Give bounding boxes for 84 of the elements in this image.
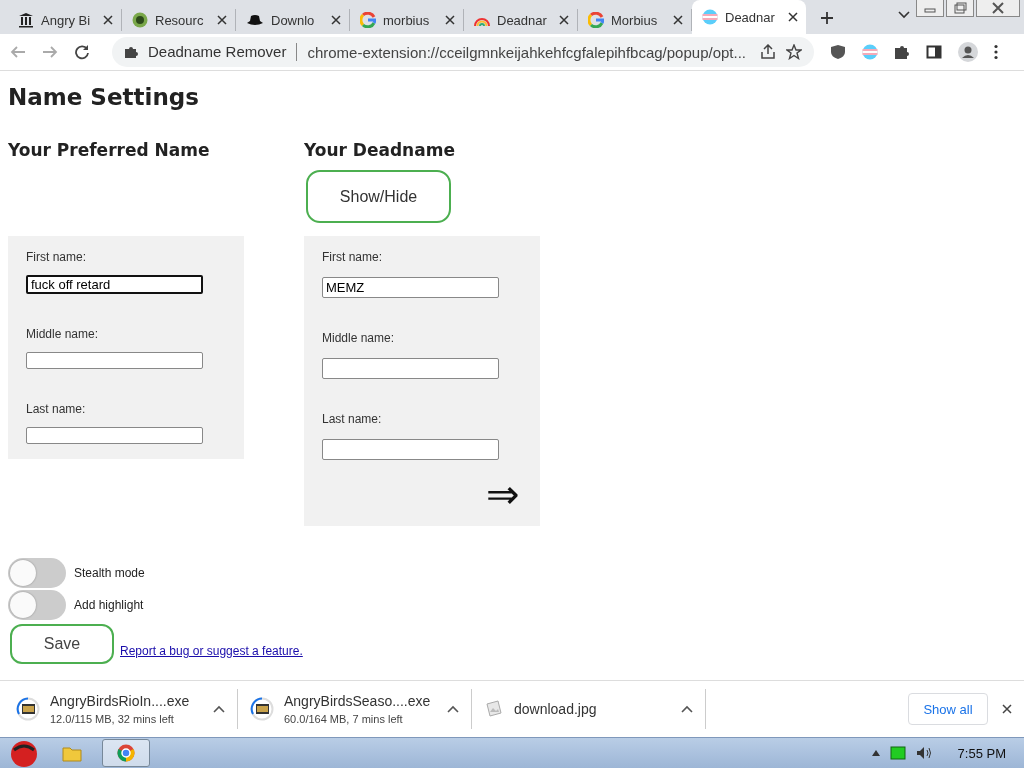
page-title: Name Settings — [8, 84, 200, 112]
chevron-down-icon — [898, 11, 910, 19]
input-field[interactable] — [322, 439, 499, 460]
download-item[interactable]: AngryBirdsSeaso....exe 60.0/164 MB, 7 mins left — [240, 689, 472, 729]
restore-icon — [946, 0, 974, 17]
minimize-icon — [916, 0, 944, 17]
close-icon — [788, 12, 798, 22]
chevron-up-icon — [871, 750, 880, 756]
download-status: 12.0/115 MB, 32 mins left — [50, 713, 175, 725]
input-field[interactable]: fuck off retard — [26, 275, 203, 294]
field-label: Last name: — [26, 402, 86, 416]
back-arrow-icon — [10, 44, 26, 60]
puzzle-icon — [124, 45, 138, 59]
toggle-switch[interactable] — [8, 590, 66, 620]
show-all-button[interactable]: Show all — [908, 693, 988, 725]
clock: 7:55 PM — [957, 745, 1006, 761]
folder-icon — [62, 744, 82, 762]
field-label: Middle name: — [322, 331, 395, 347]
report-link[interactable]: Report a bug or suggest a feature. — [120, 644, 303, 658]
browser-tab[interactable]: Downlo — [236, 9, 350, 31]
avatar-icon — [958, 42, 978, 62]
field-label: First name: — [322, 250, 382, 266]
download-item[interactable]: download.jpg — [474, 689, 706, 729]
striped-flag-icon — [702, 9, 718, 25]
file-name: AngryBirdsSeaso....exe — [284, 693, 432, 709]
browser-tab[interactable]: morbius — [350, 9, 464, 31]
file-name: AngryBirdsRioIn....exe — [50, 693, 191, 709]
image-file-icon — [484, 699, 504, 719]
striped-flag-icon — [862, 44, 878, 60]
browser-tab[interactable]: Deadnar — [692, 0, 806, 34]
section-heading: Your Preferred Name — [8, 140, 211, 162]
download-item[interactable]: AngryBirdsRioIn....exe 12.0/115 MB, 32 mins left — [6, 689, 238, 729]
browser-tab[interactable]: Angry Bi — [8, 9, 122, 31]
plus-icon — [820, 11, 834, 25]
show-hide-button[interactable]: Show/Hide — [306, 170, 451, 223]
close-icon — [331, 15, 341, 25]
close-icon — [103, 15, 113, 25]
toggle-label: Stealth mode — [74, 566, 145, 580]
download-status: 60.0/164 MB, 7 mins left — [284, 713, 404, 725]
section-heading: Your Deadname — [304, 140, 456, 162]
ring-icon — [588, 12, 604, 28]
taskbar-button[interactable] — [102, 739, 150, 767]
menu-icon — [994, 44, 998, 60]
close-icon — [673, 15, 683, 25]
ring-icon — [360, 12, 376, 28]
download-progress-icon — [250, 697, 274, 721]
chrome-icon — [117, 744, 135, 762]
url-text: chrome-extension://cceilgmnkeijahkehfcgfalepihfbcag/popup/opt... — [307, 43, 746, 61]
chevron-up-icon — [681, 705, 693, 713]
input-field[interactable]: MEMZ — [322, 277, 499, 298]
close-icon — [976, 0, 1020, 17]
shield-icon — [830, 44, 846, 60]
field-label: Last name: — [322, 412, 382, 428]
puzzle-icon — [894, 44, 910, 60]
chevron-up-icon — [213, 705, 225, 713]
star-icon — [786, 44, 802, 60]
round-badge-icon — [132, 12, 148, 28]
speaker-icon — [915, 746, 932, 760]
hat-icon — [246, 14, 264, 26]
save-button[interactable]: Save — [10, 624, 114, 664]
share-icon — [760, 44, 776, 60]
input-field[interactable] — [26, 352, 203, 369]
arrow-button[interactable]: ⇒ — [486, 474, 520, 514]
download-progress-icon — [16, 697, 40, 721]
forward-arrow-icon — [42, 44, 58, 60]
site-name: Deadname Remover — [148, 43, 298, 61]
close-icon — [445, 15, 455, 25]
chevron-up-icon — [447, 705, 459, 713]
file-name: download.jpg — [514, 701, 598, 717]
browser-tab[interactable]: Resourc — [122, 9, 236, 31]
sidebar-icon — [926, 44, 942, 60]
field-label: First name: — [26, 250, 86, 264]
browser-tab[interactable]: Deadnar — [464, 9, 578, 31]
reload-icon — [74, 44, 90, 60]
close-icon — [559, 15, 569, 25]
field-label: Middle name: — [26, 327, 99, 341]
columns-icon — [18, 12, 34, 28]
toggle-label: Add highlight — [74, 598, 144, 612]
toggle-switch[interactable] — [8, 558, 66, 588]
input-field[interactable] — [26, 427, 203, 444]
close-icon — [217, 15, 227, 25]
address-bar[interactable]: Deadname Remover chrome-extension://cceilgmnkeijahkehfcgfalepihfbcag/popup/opt... — [112, 37, 814, 67]
close-icon — [1002, 704, 1012, 714]
input-field[interactable] — [322, 358, 499, 379]
